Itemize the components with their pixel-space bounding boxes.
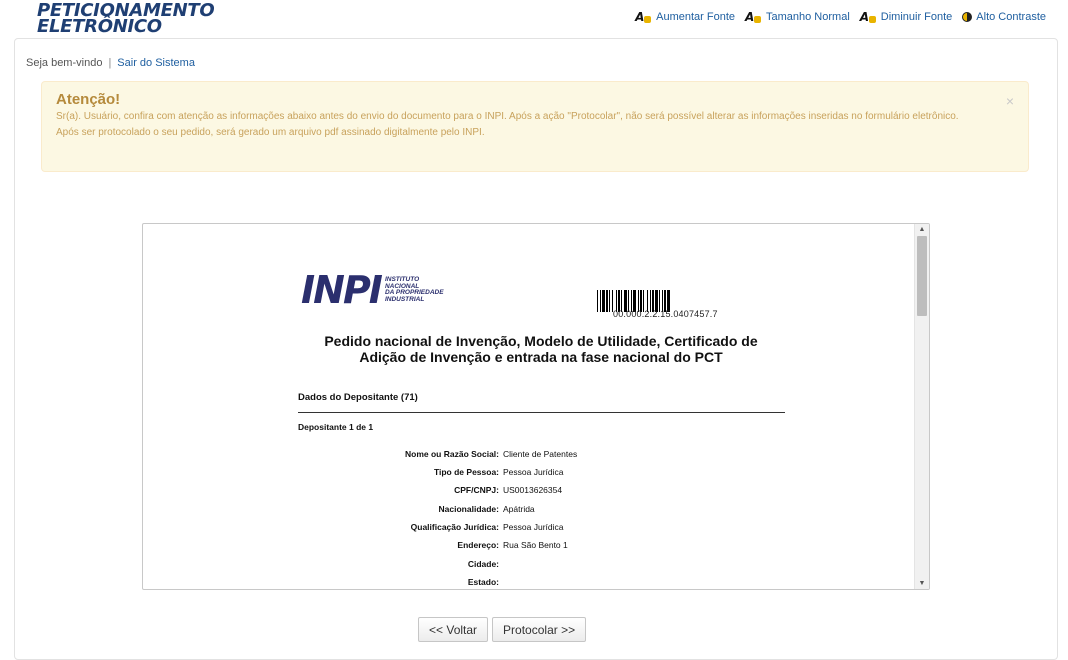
font-increase-icon: A: [635, 12, 652, 23]
action-buttons: << Voltar Protocolar >>: [418, 617, 586, 642]
font-decrease-icon: A: [860, 12, 877, 23]
inpi-logo: INPI INSTITUTO NACIONAL DA PROPRIEDADE I…: [301, 274, 444, 306]
field-label: Qualificação Jurídica:: [298, 522, 499, 532]
session-separator: |: [108, 57, 111, 69]
inpi-logo-text: INSTITUTO NACIONAL DA PROPRIEDADE INDUST…: [385, 277, 444, 303]
decrease-font-label: Diminuir Fonte: [881, 11, 953, 23]
field-value: US0013626354: [503, 485, 562, 495]
normal-font-link[interactable]: A Tamanho Normal: [745, 11, 850, 23]
document-title-line-1: Pedido nacional de Invenção, Modelo de U…: [293, 333, 789, 349]
contrast-icon: [962, 12, 972, 22]
close-icon[interactable]: ×: [1006, 93, 1014, 109]
warning-alert: Atenção! Sr(a). Usuário, confira com ate…: [41, 81, 1029, 172]
accessibility-bar: A Aumentar Fonte A Tamanho Normal A Dimi…: [635, 11, 1046, 23]
field-value: Rua São Bento 1: [503, 540, 568, 550]
field-label: Estado:: [298, 577, 499, 587]
inpi-logo-text-line: INDUSTRIAL: [385, 297, 444, 304]
document-scrollbar[interactable]: ▲ ▼: [914, 224, 929, 589]
section-divider: [298, 412, 785, 413]
decrease-font-link[interactable]: A Diminuir Fonte: [860, 11, 953, 23]
section-title: Dados do Depositante (71): [298, 392, 418, 403]
brand-logo: PETICIONAMENTO ELETRÔNICO: [37, 3, 214, 35]
high-contrast-label: Alto Contraste: [976, 11, 1046, 23]
session-links: Seja bem-vindo | Sair do Sistema: [26, 57, 195, 69]
field-value: Cliente de Patentes: [503, 449, 577, 459]
high-contrast-link[interactable]: Alto Contraste: [962, 11, 1046, 23]
scroll-thumb[interactable]: [917, 236, 927, 316]
welcome-text: Seja bem-vindo: [26, 57, 102, 69]
field-label: CPF/CNPJ:: [298, 485, 499, 495]
barcode-number: 00.000.2.2.15.0407457.7: [613, 309, 718, 319]
field-value: Apátrida: [503, 504, 535, 514]
normal-font-label: Tamanho Normal: [766, 11, 850, 23]
field-value: Pessoa Jurídica: [503, 522, 563, 532]
field-label: Nome ou Razão Social:: [298, 449, 499, 459]
field-label: Endereço:: [298, 540, 499, 550]
scroll-up-icon[interactable]: ▲: [915, 226, 929, 233]
submit-button[interactable]: Protocolar >>: [492, 617, 586, 642]
inpi-logo-mark: INPI: [301, 274, 381, 306]
alert-message-2: Após ser protocolado o seu pedido, será …: [56, 125, 1014, 141]
subsection-title: Depositante 1 de 1: [298, 422, 373, 432]
increase-font-label: Aumentar Fonte: [656, 11, 735, 23]
brand-line-2: ELETRÔNICO: [37, 19, 214, 35]
increase-font-link[interactable]: A Aumentar Fonte: [635, 11, 735, 23]
field-label: Tipo de Pessoa:: [298, 467, 499, 477]
document-title: Pedido nacional de Invenção, Modelo de U…: [293, 333, 789, 365]
alert-message-1: Sr(a). Usuário, confira com atenção as i…: [56, 109, 1014, 125]
field-label: Cidade:: [298, 559, 499, 569]
back-button[interactable]: << Voltar: [418, 617, 488, 642]
font-normal-icon: A: [745, 12, 762, 23]
alert-title: Atenção!: [56, 91, 1014, 108]
document-preview[interactable]: INPI INSTITUTO NACIONAL DA PROPRIEDADE I…: [142, 223, 930, 590]
field-label: Nacionalidade:: [298, 504, 499, 514]
document-title-line-2: Adição de Invenção e entrada na fase nac…: [293, 349, 789, 365]
document-page: INPI INSTITUTO NACIONAL DA PROPRIEDADE I…: [143, 224, 915, 590]
logout-link[interactable]: Sair do Sistema: [117, 57, 195, 69]
scroll-down-icon[interactable]: ▼: [915, 580, 929, 587]
field-value: Pessoa Jurídica: [503, 467, 563, 477]
